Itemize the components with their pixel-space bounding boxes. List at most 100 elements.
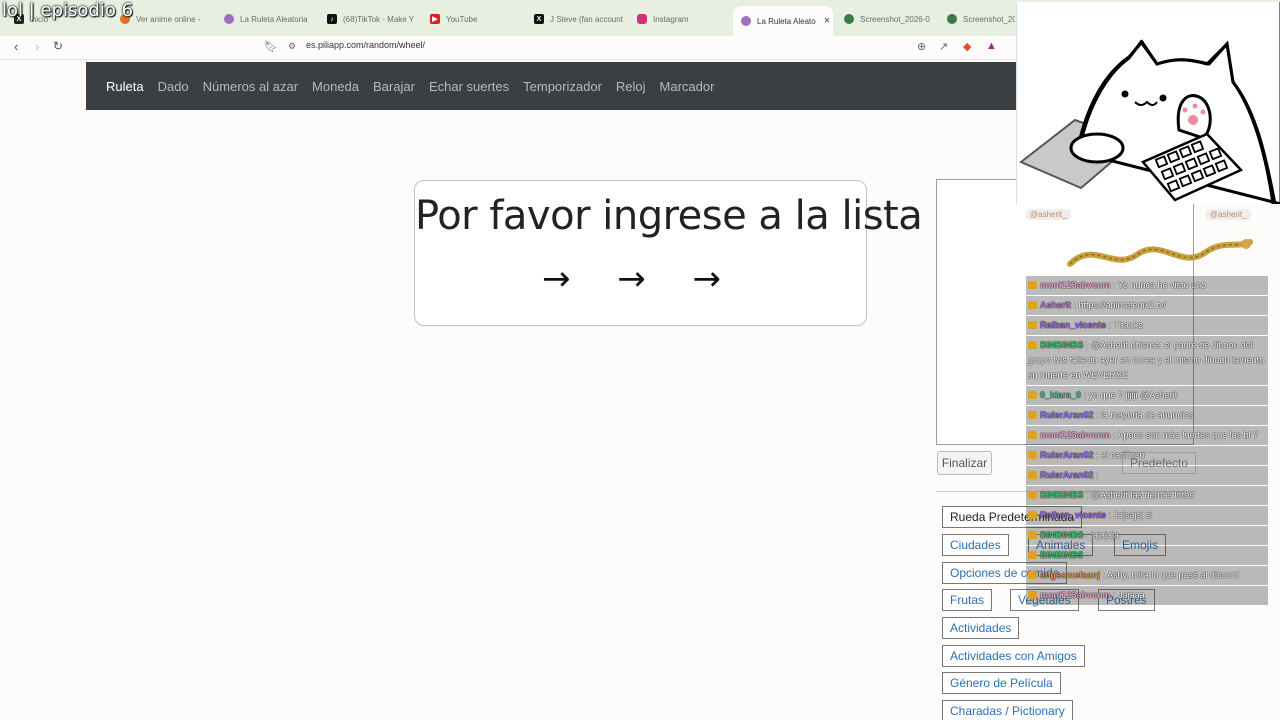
preset-frutas[interactable]: Frutas (942, 589, 993, 611)
nav-echar-suertes[interactable]: Echar suertes (429, 79, 509, 94)
tab-x-steve[interactable]: X J Steve (fan account (534, 8, 624, 30)
nav-moneda[interactable]: Moneda (312, 79, 359, 94)
preset-actividades-amigos[interactable]: Actividades con Amigos (942, 645, 1085, 667)
nav-temporizador[interactable]: Temporizador (523, 79, 602, 94)
chat-message: 0_kiara_0 : yo que ? jijiji @Asherit (1026, 386, 1268, 405)
globe-icon (844, 14, 854, 24)
tab-screenshot-1[interactable]: Screenshot_2026-0 (844, 8, 934, 30)
badge-icon (1028, 411, 1037, 419)
chat-message: moni123abvcnm : Apoco son más fuertes qu… (1026, 426, 1268, 445)
badge-icon (1028, 321, 1037, 329)
globe-icon (947, 14, 957, 24)
tab-anime[interactable]: Ver anime online - (120, 8, 210, 30)
chat-text: : Yo nunca he visto uno (1113, 280, 1207, 290)
brave-shield-icon[interactable]: ◆ (963, 40, 971, 53)
chat-message: Raiban_vicente : Thanks (1026, 316, 1268, 335)
tab-ruleta[interactable]: La Ruleta Aleatoria (224, 8, 314, 30)
tab-ruleta-active[interactable]: La Ruleta Aleato × (733, 6, 833, 36)
finalizar-button[interactable]: Finalizar (937, 451, 992, 475)
screen: X inicio Ver anime online - La Ruleta Al… (0, 0, 1280, 720)
chat-text: : @Asherit las demás fotos (1086, 490, 1194, 500)
close-icon[interactable]: × (824, 15, 830, 27)
badge-icon (1028, 471, 1037, 479)
nav-dado[interactable]: Dado (158, 79, 189, 94)
preset-charadas[interactable]: Charadas / Pictionary (942, 700, 1073, 720)
reload-icon[interactable]: ↻ (53, 39, 63, 53)
wheel-icon (741, 16, 751, 26)
badge-icon (1028, 531, 1037, 539)
tab-label: Instagram (653, 14, 689, 24)
nav-numeros[interactable]: Números al azar (203, 79, 298, 94)
tab-screenshot-2[interactable]: Screenshot_202 (947, 8, 1015, 30)
badge-icon (1028, 391, 1037, 399)
chat-text: : Jajsajsj si (1108, 510, 1153, 520)
badge-icon (1028, 591, 1037, 599)
badge-icon (1028, 301, 1037, 309)
preset-genero-pelicula[interactable]: Género de Película (942, 672, 1061, 694)
wheel-placeholder-card[interactable]: Por favor ingrese a la lista → → → (414, 180, 923, 326)
tab-youtube[interactable]: ▶ YouTube (430, 8, 520, 30)
chat-username: Asherit (1040, 300, 1072, 310)
cat-overlay (1016, 2, 1280, 204)
badge-icon (1028, 341, 1037, 349)
chat-overlay: moni123abvcnm : Yo nunca he visto uno Ash… (1026, 276, 1268, 606)
address-bar[interactable]: ⚙ es.piliapp.com/random/wheel/ (288, 40, 426, 51)
chat-username: BINBINBS (1040, 550, 1084, 560)
chat-message: BINBINBS : @Asherit las demás fotos (1026, 486, 1268, 505)
tab-instagram[interactable]: Instagram (637, 8, 727, 30)
share-icon[interactable]: ↗ (939, 40, 948, 53)
chat-text: : Thanks (1108, 320, 1143, 330)
arrow-icons: → → → (541, 259, 740, 299)
site-info-icon[interactable]: ⚙ (288, 41, 298, 51)
dragon-decoration (1067, 239, 1253, 267)
chat-username: BINBINBS (1040, 490, 1084, 500)
chat-text: : https://animefenix2.tv/ (1073, 300, 1167, 310)
forward-icon[interactable]: › (35, 39, 39, 54)
chat-username: BINBINBS (1040, 530, 1084, 540)
chat-username: moni123abvcnm (1040, 280, 1111, 290)
stream-title-overlay: lol | episodio 6 (2, 0, 134, 21)
wheel-icon (224, 14, 234, 24)
tab-label: Screenshot_2026-0 (860, 14, 930, 24)
back-icon[interactable]: ‹ (14, 39, 18, 54)
chat-message: BINBINBS : @Asherit chisme: el padre de … (1026, 336, 1268, 385)
badge-icon (1028, 491, 1037, 499)
nav-barajar[interactable]: Barajar (373, 79, 415, 94)
chat-message: Raiban_vicente : Jajsajsj si (1026, 506, 1268, 525)
chat-text: : Jajaaa (1113, 590, 1145, 600)
youtube-icon: ▶ (430, 14, 440, 24)
chat-message: RulerAran02 : el cariñoso (1026, 446, 1268, 465)
chat-text: : (1096, 470, 1099, 480)
nav-reloj[interactable]: Reloj (616, 79, 646, 94)
rewards-icon[interactable]: ▲ (986, 40, 997, 52)
nav-marcador[interactable]: Marcador (660, 79, 715, 94)
chat-username: angesmefaanj (1040, 570, 1101, 580)
chat-text: : Apoco son más fuertes que los bl ? (1113, 430, 1259, 440)
chat-username: RulerAran02 (1040, 450, 1094, 460)
x-icon: X (534, 14, 544, 24)
chat-text: : (1086, 550, 1089, 560)
tab-label: YouTube (446, 14, 478, 24)
tab-label: (68)TikTok - Make Y (343, 14, 415, 24)
tab-tiktok[interactable]: ♪ (68)TikTok - Make Y (327, 8, 417, 30)
chat-text: : jajajaja (1086, 530, 1120, 540)
tab-label: Screenshot_202 (963, 14, 1015, 24)
chat-text: : el cariñoso (1096, 450, 1145, 460)
chat-username: moni123abvcnm (1040, 590, 1111, 600)
chat-text: : la mayoria de anuncios (1096, 410, 1194, 420)
nav-ruleta[interactable]: Ruleta (106, 79, 144, 94)
chat-username: moni123abvcnm (1040, 430, 1111, 440)
bookmark-icon[interactable]: 🔖︎ (264, 40, 278, 53)
chat-text: : Ashy, mira lo que pasé al discord (1102, 570, 1239, 580)
chat-message: BINBINBS : (1026, 546, 1268, 565)
preset-actividades[interactable]: Actividades (942, 617, 1020, 639)
tab-label: La Ruleta Aleato (757, 16, 816, 26)
zoom-icon[interactable]: ⊕ (917, 40, 926, 53)
preset-ciudades[interactable]: Ciudades (942, 534, 1009, 556)
url-text: es.piliapp.com/random/wheel/ (306, 40, 426, 50)
badge-icon (1028, 451, 1037, 459)
chat-username: Raiban_vicente (1040, 320, 1107, 330)
chat-text: : yo que ? jijiji @Asherit (1083, 390, 1178, 400)
badge-icon (1028, 281, 1037, 289)
badge-icon (1028, 431, 1037, 439)
